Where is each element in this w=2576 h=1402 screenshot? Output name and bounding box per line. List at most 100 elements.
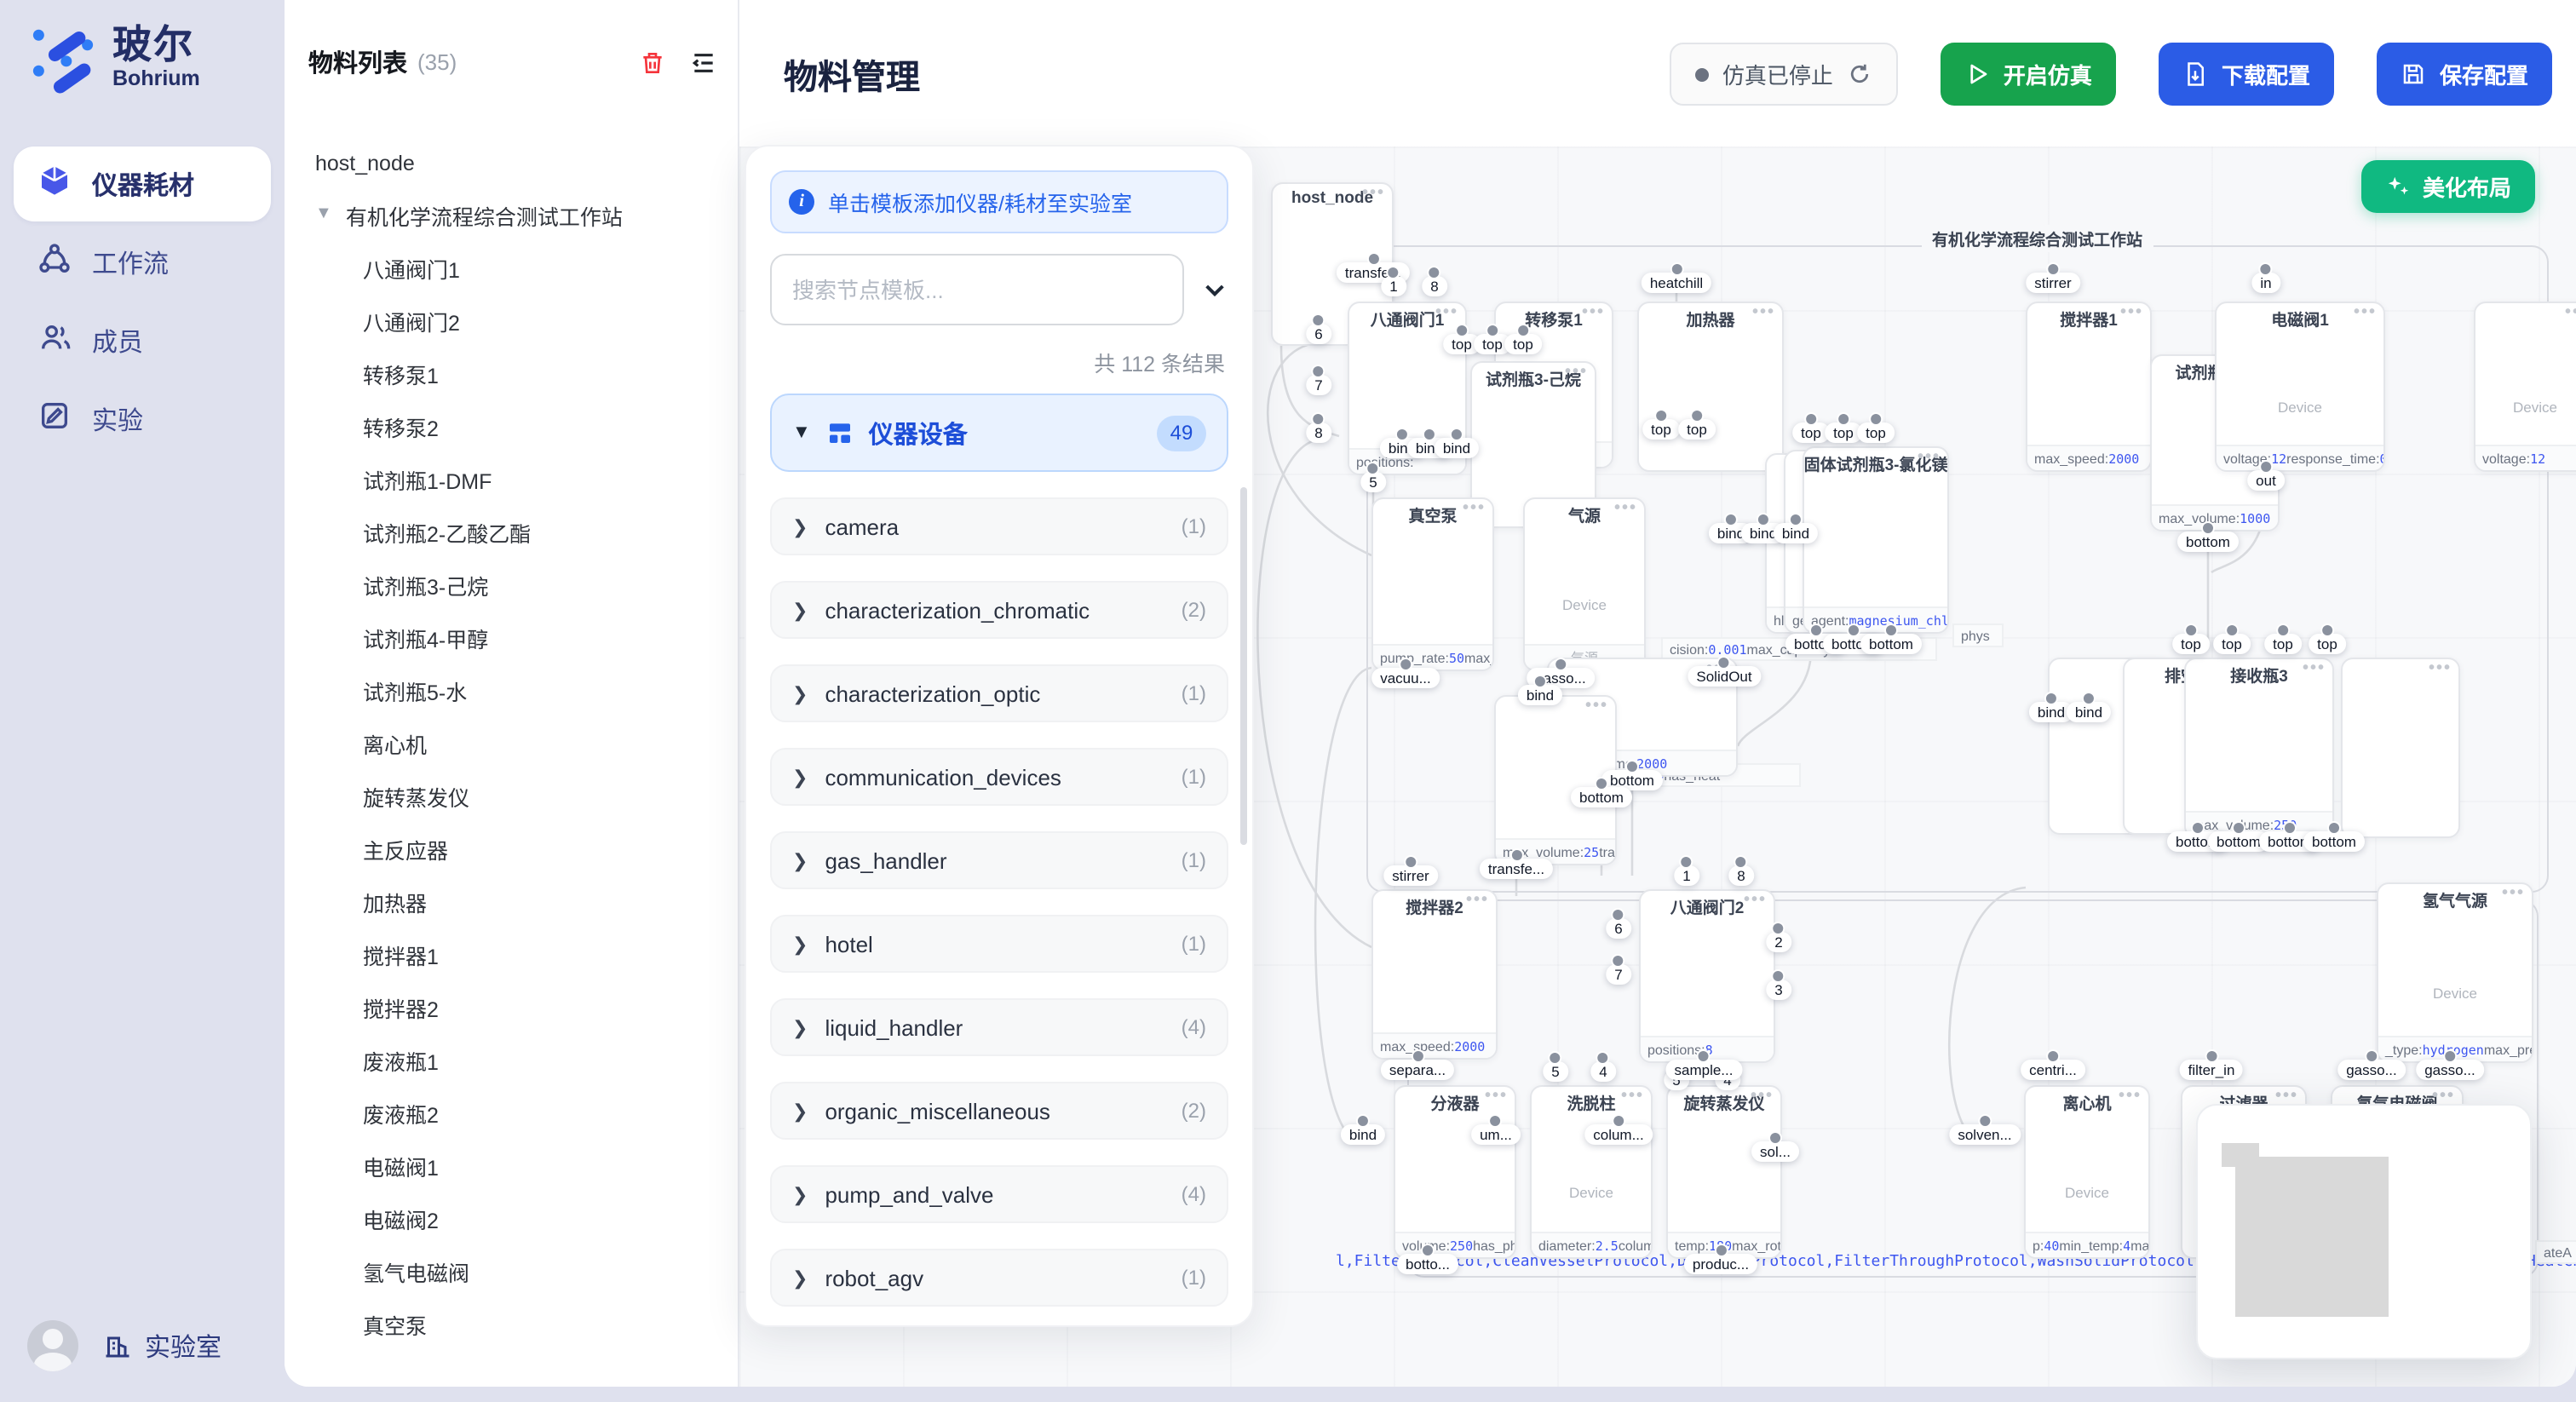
sidebar-item-lab[interactable]: 实验室: [102, 1328, 221, 1364]
node-menu-icon[interactable]: •••: [2502, 884, 2525, 903]
node-menu-icon[interactable]: •••: [2432, 1087, 2455, 1106]
category-row-organic_miscellaneous[interactable]: ❯organic_miscellaneous(2): [770, 1082, 1228, 1140]
trash-icon[interactable]: [639, 49, 666, 76]
port-pill[interactable]: 7: [1606, 964, 1630, 985]
port-pill[interactable]: bottom: [1860, 634, 1922, 654]
port-pill[interactable]: vacuu...: [1371, 668, 1440, 688]
canvas-node[interactable]: 离心机•••Devicep: 40 min_temp: 4 max_spe: [2024, 1085, 2150, 1259]
port-pill[interactable]: produc...: [1684, 1254, 1757, 1274]
canvas-node[interactable]: 氢气气源•••Device_type: hydrogen max_pre: [2377, 882, 2533, 1063]
node-menu-icon[interactable]: •••: [1744, 891, 1767, 910]
port-pill[interactable]: filter_in: [2180, 1060, 2244, 1080]
node-menu-icon[interactable]: •••: [1463, 499, 1486, 518]
port-pill[interactable]: botto...: [1397, 1254, 1458, 1274]
port-pill[interactable]: separa...: [1381, 1060, 1454, 1080]
port-pill[interactable]: bind: [1435, 438, 1479, 458]
canvas-node[interactable]: 搅拌器1•••max_speed: 2000: [2026, 302, 2152, 472]
port-pill[interactable]: top: [1678, 419, 1716, 440]
port-pill[interactable]: bottom: [2177, 531, 2239, 552]
chevron-down-icon[interactable]: ▼: [315, 204, 332, 223]
port-pill[interactable]: top: [2172, 634, 2210, 654]
simulation-status-pill[interactable]: 仿真已停止: [1670, 43, 1898, 106]
sidebar-item-workflow[interactable]: 工作流: [14, 225, 271, 300]
node-menu-icon[interactable]: •••: [1435, 303, 1458, 322]
node-menu-icon[interactable]: •••: [1485, 1087, 1508, 1106]
port-pill[interactable]: 7: [1306, 375, 1331, 395]
category-row-camera[interactable]: ❯camera(1): [770, 497, 1228, 555]
port-pill[interactable]: 4: [1590, 1061, 1615, 1082]
node-menu-icon[interactable]: •••: [2429, 659, 2452, 678]
category-row-characterization_optic[interactable]: ❯characterization_optic(1): [770, 664, 1228, 722]
tree-item[interactable]: 试剂瓶1-DMF: [285, 453, 738, 506]
tree-item-group[interactable]: ▼有机化学流程综合测试工作站: [285, 189, 738, 242]
download-config-button[interactable]: 下载配置: [2159, 43, 2334, 106]
node-menu-icon[interactable]: •••: [1585, 697, 1608, 715]
port-pill[interactable]: SolidOut: [1688, 666, 1760, 687]
tree-item[interactable]: 真空泵: [285, 1298, 738, 1351]
node-menu-icon[interactable]: •••: [1751, 1087, 1774, 1106]
port-pill[interactable]: gasso...: [2337, 1060, 2406, 1080]
tree-item[interactable]: 搅拌器1: [285, 928, 738, 981]
node-menu-icon[interactable]: •••: [1466, 891, 1489, 910]
port-pill[interactable]: top: [2264, 634, 2302, 654]
tree-item[interactable]: 搅拌器2: [285, 981, 738, 1034]
tree-item[interactable]: 旋转蒸发仪: [285, 770, 738, 823]
port-pill[interactable]: 3: [1766, 980, 1791, 1000]
node-menu-icon[interactable]: •••: [1918, 448, 1941, 467]
node-menu-icon[interactable]: •••: [2354, 303, 2377, 322]
refresh-icon[interactable]: [1847, 61, 1872, 87]
tree-item[interactable]: 废液瓶1: [285, 1034, 738, 1087]
port-pill[interactable]: um...: [1471, 1124, 1521, 1145]
canvas-node[interactable]: 固体试剂瓶3-氯化镁•••agent: magnesium_chloride: [1803, 446, 1949, 634]
tree-item[interactable]: 加热器: [285, 876, 738, 928]
port-pill[interactable]: solven...: [1949, 1124, 2020, 1145]
tree-item[interactable]: 转移泵1: [285, 348, 738, 400]
canvas-node[interactable]: 八通阀门2•••positions: 8: [1639, 889, 1775, 1063]
start-simulation-button[interactable]: 开启仿真: [1941, 43, 2116, 106]
sidebar-item-members[interactable]: 成员: [14, 303, 271, 378]
canvas-node[interactable]: 洗脱柱•••Devicediameter: 2.5 column_type: s…: [1530, 1085, 1653, 1259]
category-group-instruments[interactable]: ▼ 仪器设备 49: [770, 394, 1228, 472]
port-pill[interactable]: top: [1857, 422, 1895, 443]
category-row-hotel[interactable]: ❯hotel(1): [770, 915, 1228, 973]
port-pill[interactable]: in: [2251, 273, 2280, 293]
port-pill[interactable]: top: [2309, 634, 2346, 654]
sidebar-item-instruments[interactable]: 仪器耗材: [14, 147, 271, 221]
tree-item[interactable]: 氢气电磁阀: [285, 1245, 738, 1298]
canvas-node[interactable]: 旋转蒸发仪•••temp: 180 max_rotation_spee: [1666, 1085, 1782, 1259]
node-menu-icon[interactable]: •••: [2119, 1087, 2142, 1106]
tree-item[interactable]: 试剂瓶3-己烷: [285, 559, 738, 612]
port-pill[interactable]: colum...: [1584, 1124, 1653, 1145]
canvas-node[interactable]: 搅拌器2•••max_speed: 2000: [1371, 889, 1498, 1060]
tree-item[interactable]: 电磁阀2: [285, 1192, 738, 1245]
canvas-node[interactable]: 接收瓶3•••max_volume: 250: [2184, 658, 2334, 838]
port-pill[interactable]: 1: [1674, 865, 1699, 886]
node-menu-icon[interactable]: •••: [1582, 303, 1605, 322]
port-pill[interactable]: bind: [2067, 702, 2111, 722]
port-pill[interactable]: 6: [1606, 918, 1630, 939]
port-pill[interactable]: sol...: [1751, 1141, 1799, 1162]
port-pill[interactable]: sample...: [1666, 1060, 1742, 1080]
category-row-characterization_chromatic[interactable]: ❯characterization_chromatic(2): [770, 581, 1228, 639]
port-pill[interactable]: 1: [1381, 276, 1406, 296]
port-pill[interactable]: 8: [1306, 422, 1331, 443]
canvas-node[interactable]: •••Devicevoltage: 12: [2474, 302, 2576, 472]
canvas-node[interactable]: •••: [2341, 658, 2460, 838]
save-config-button[interactable]: 保存配置: [2377, 43, 2552, 106]
port-pill[interactable]: 5: [1360, 472, 1385, 492]
tree-item[interactable]: 转移泵2: [285, 400, 738, 453]
canvas-node[interactable]: 加热器•••: [1637, 302, 1784, 472]
port-pill[interactable]: top: [1504, 334, 1542, 354]
sidebar-item-experiments[interactable]: 实验: [14, 382, 271, 457]
category-row-robot_agv[interactable]: ❯robot_agv(1): [770, 1249, 1228, 1307]
port-pill[interactable]: top: [1642, 419, 1680, 440]
tree-item-root[interactable]: host_node: [285, 136, 738, 189]
node-menu-icon[interactable]: •••: [2565, 303, 2576, 322]
tree-item[interactable]: 主反应器: [285, 823, 738, 876]
port-pill[interactable]: bind: [1774, 523, 1818, 543]
port-pill[interactable]: stirrer: [2026, 273, 2079, 293]
tree-item[interactable]: 八通阀门2: [285, 295, 738, 348]
node-menu-icon[interactable]: •••: [1614, 499, 1637, 518]
port-pill[interactable]: 6: [1306, 324, 1331, 344]
port-pill[interactable]: 8: [1422, 276, 1446, 296]
